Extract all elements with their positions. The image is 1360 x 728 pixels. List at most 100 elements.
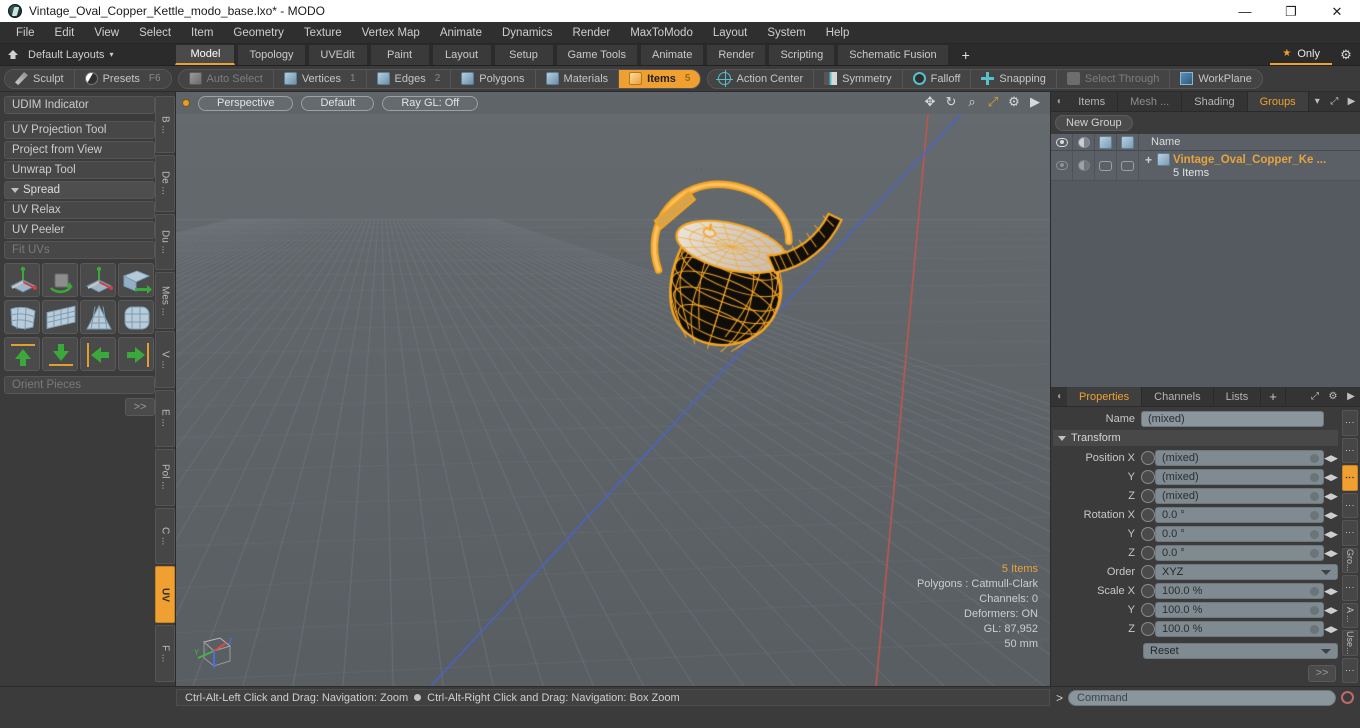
left-button-spread[interactable]: Spread bbox=[4, 181, 155, 199]
tool-button-materials[interactable]: Materials bbox=[536, 69, 620, 88]
tool-button-snapping[interactable]: Snapping bbox=[971, 69, 1057, 88]
property-select[interactable]: XYZ bbox=[1155, 564, 1338, 580]
panel-tab-mesh[interactable]: Mesh ... bbox=[1118, 92, 1183, 111]
layout-tab-setup[interactable]: Setup bbox=[493, 44, 554, 65]
left-vtab-de[interactable]: De ... bbox=[155, 154, 175, 212]
orient-pieces-field[interactable]: Orient Pieces bbox=[4, 376, 155, 394]
menu-item-animate[interactable]: Animate bbox=[430, 22, 492, 44]
menu-item-maxtomodo[interactable]: MaxToModo bbox=[620, 22, 703, 44]
tool-button-select-through[interactable]: Select Through bbox=[1057, 69, 1171, 88]
menu-item-texture[interactable]: Texture bbox=[294, 22, 352, 44]
column-cube-outline-icon[interactable] bbox=[1095, 133, 1117, 151]
uv-align-left-icon[interactable] bbox=[80, 337, 116, 371]
uv-fit-icon[interactable] bbox=[4, 300, 40, 334]
tool-button-vertices[interactable]: Vertices 1 bbox=[274, 69, 367, 88]
property-field[interactable]: 0.0 ° bbox=[1155, 526, 1324, 542]
viewport-projection-dropdown[interactable]: Perspective bbox=[198, 95, 294, 111]
uv-align-up-icon[interactable] bbox=[4, 337, 40, 371]
column-shade-icon[interactable] bbox=[1073, 133, 1095, 151]
right-vtab-2[interactable]: ⋮ bbox=[1342, 465, 1358, 491]
left-vtab-du[interactable]: Du ... bbox=[155, 213, 175, 271]
property-radio[interactable] bbox=[1141, 622, 1155, 636]
tool-button-items[interactable]: Items 5 bbox=[619, 69, 701, 88]
property-slider-knob[interactable] bbox=[1310, 529, 1319, 539]
left-vtab-mes[interactable]: Mes ... bbox=[155, 272, 175, 330]
menu-item-geometry[interactable]: Geometry bbox=[223, 22, 294, 44]
tool-button-auto-select[interactable]: Auto Select bbox=[179, 69, 274, 88]
right-vtab-8[interactable]: Use... bbox=[1342, 630, 1358, 656]
left-vtab-b[interactable]: B ... bbox=[155, 96, 175, 153]
viewport-style-dropdown[interactable]: Default bbox=[301, 95, 375, 111]
property-radio[interactable] bbox=[1141, 584, 1155, 598]
property-slider-knob[interactable] bbox=[1310, 453, 1319, 463]
left-vtab-c[interactable]: C ... bbox=[155, 507, 175, 565]
viewport-raygl-dropdown[interactable]: Ray GL: Off bbox=[382, 95, 479, 111]
viewport-3d[interactable]: Perspective Default Ray GL: Off ✥ ↻ ⌕ ⤢ ⚙ ▶ Y… bbox=[176, 92, 1050, 686]
property-nudge-arrows[interactable]: ◀▶ bbox=[1324, 526, 1338, 542]
name-field[interactable]: (mixed) bbox=[1141, 411, 1324, 427]
gear-icon[interactable]: ⚙ bbox=[1332, 44, 1360, 65]
property-radio[interactable] bbox=[1141, 527, 1155, 541]
maximize-button[interactable]: ❐ bbox=[1268, 0, 1314, 22]
tool-button-workplane[interactable]: WorkPlane bbox=[1170, 70, 1262, 88]
home-icon[interactable] bbox=[0, 44, 26, 65]
tool-button-falloff[interactable]: Falloff bbox=[903, 69, 972, 88]
uv-cone-icon[interactable] bbox=[80, 300, 116, 334]
tool-button-presets[interactable]: Presets F6 bbox=[75, 70, 171, 88]
panel-tab-shading[interactable]: Shading bbox=[1182, 92, 1248, 111]
uv-align-right-icon[interactable] bbox=[118, 337, 154, 371]
transform-section-header[interactable]: Transform bbox=[1053, 430, 1338, 446]
menu-item-render[interactable]: Render bbox=[562, 22, 620, 44]
new-group-button[interactable]: New Group bbox=[1055, 115, 1133, 131]
panel-menu-arrow-icon[interactable]: ▶ bbox=[1343, 92, 1360, 111]
layout-tab-layout[interactable]: Layout bbox=[431, 44, 492, 65]
menu-item-system[interactable]: System bbox=[757, 22, 815, 44]
viewport-settings-gear-icon[interactable]: ⚙ bbox=[1007, 95, 1021, 109]
left-vtab-f[interactable]: F ... bbox=[155, 625, 175, 682]
right-vtab-1[interactable]: ⋮ bbox=[1342, 437, 1358, 463]
menu-item-file[interactable]: File bbox=[6, 22, 45, 44]
viewport-menu-arrow-icon[interactable]: ▶ bbox=[1028, 95, 1042, 109]
property-slider-knob[interactable] bbox=[1310, 548, 1319, 558]
menu-item-help[interactable]: Help bbox=[816, 22, 860, 44]
expand-panel-icon[interactable]: ⤢ bbox=[1306, 387, 1324, 406]
menu-item-item[interactable]: Item bbox=[181, 22, 223, 44]
right-vtab-7[interactable]: A ... bbox=[1342, 602, 1358, 628]
rotate-view-icon[interactable]: ↻ bbox=[944, 95, 958, 109]
property-field[interactable]: 0.0 ° bbox=[1155, 507, 1324, 523]
property-field[interactable]: 0.0 ° bbox=[1155, 545, 1324, 561]
record-macro-icon[interactable] bbox=[1341, 691, 1354, 704]
left-button-project-from-view[interactable]: Project from View bbox=[4, 141, 155, 159]
properties-tab-[interactable]: + bbox=[1261, 387, 1286, 406]
property-slider-knob[interactable] bbox=[1310, 510, 1319, 520]
property-field[interactable]: (mixed) bbox=[1155, 450, 1324, 466]
menu-item-edit[interactable]: Edit bbox=[45, 22, 85, 44]
panel-gear-icon[interactable]: ⚙ bbox=[1324, 387, 1342, 406]
property-radio[interactable] bbox=[1141, 451, 1155, 465]
panel-collapse-icon[interactable]: ◖ bbox=[1051, 387, 1067, 406]
default-layouts-dropdown[interactable]: Default Layouts ▾ bbox=[26, 44, 123, 65]
property-nudge-arrows[interactable]: ◀▶ bbox=[1324, 602, 1338, 618]
left-button-udim-indicator[interactable]: UDIM Indicator bbox=[4, 96, 155, 114]
uv-sphere-grid-icon[interactable] bbox=[118, 300, 154, 334]
right-vtab-4[interactable]: ⋮ bbox=[1342, 520, 1358, 546]
layout-tab-schematic-fusion[interactable]: Schematic Fusion bbox=[837, 44, 949, 65]
command-input[interactable]: Command bbox=[1068, 689, 1336, 706]
uv-scale-gizmo-icon[interactable] bbox=[80, 263, 116, 297]
left-vtab-pol[interactable]: Pol ... bbox=[155, 448, 175, 506]
left-button-uv-peeler[interactable]: UV Peeler bbox=[4, 221, 155, 239]
move-view-icon[interactable]: ✥ bbox=[923, 95, 937, 109]
properties-tab-lists[interactable]: Lists bbox=[1214, 387, 1262, 406]
tool-button-action-center[interactable]: Action Center bbox=[708, 69, 815, 88]
left-vtab-uv[interactable]: UV bbox=[155, 566, 175, 624]
tool-button-edges[interactable]: Edges 2 bbox=[367, 69, 452, 88]
expand-panel-icon[interactable]: ⤢ bbox=[1326, 92, 1343, 111]
uv-move-gizmo-icon[interactable] bbox=[4, 263, 40, 297]
property-nudge-arrows[interactable]: ◀▶ bbox=[1324, 583, 1338, 599]
panel-collapse-icon[interactable]: ◖ bbox=[1051, 92, 1066, 111]
panel-tab-items[interactable]: Items bbox=[1066, 92, 1119, 111]
layout-tab-animate[interactable]: Animate bbox=[640, 44, 705, 65]
left-panel-more-button[interactable]: >> bbox=[125, 398, 155, 416]
chevron-down-icon[interactable]: ▾ bbox=[1309, 92, 1326, 111]
right-vtab-3[interactable]: ⋮ bbox=[1342, 492, 1358, 518]
